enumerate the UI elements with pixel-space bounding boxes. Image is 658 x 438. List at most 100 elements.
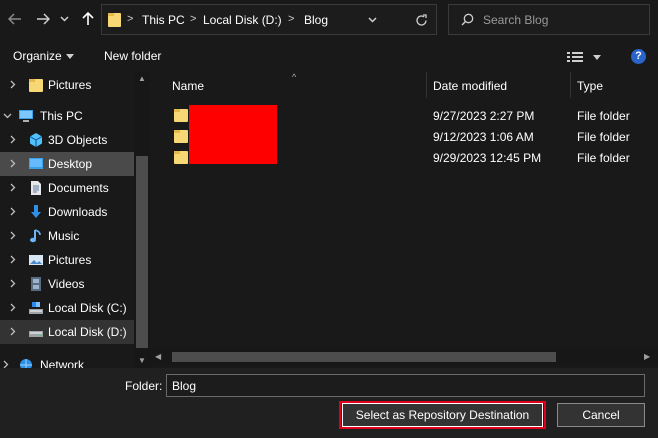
nav-item-pictures-quick[interactable]: Pictures (0, 73, 134, 97)
file-type: File folder (577, 109, 630, 123)
nav-item-label: Downloads (48, 205, 108, 219)
chevron-right-icon[interactable] (10, 207, 16, 216)
chevron-right-icon[interactable] (10, 303, 16, 312)
nav-item-label: Local Disk (C:) (48, 301, 127, 315)
breadcrumb-this-pc[interactable]: This PC (142, 13, 185, 27)
nav-item-downloads[interactable]: Downloads (0, 200, 134, 224)
select-as-repository-destination-button[interactable]: Select as Repository Destination (342, 403, 543, 427)
nav-item-label: 3D Objects (48, 133, 108, 147)
folder-icon (174, 109, 188, 122)
download-arrow-icon (31, 205, 41, 218)
nav-item-this-pc[interactable]: This PC (0, 104, 134, 128)
nav-item-music[interactable]: Music (0, 224, 134, 248)
column-header-type[interactable]: Type (577, 79, 603, 93)
view-options-icon[interactable] (567, 52, 583, 62)
scroll-left-arrow-icon[interactable]: ◀ (155, 352, 161, 361)
folder-icon (174, 130, 188, 143)
nav-item-local-disk-d[interactable]: Local Disk (D:) (0, 320, 134, 344)
nav-item-label: Local Disk (D:) (48, 325, 127, 339)
organize-button[interactable]: Organize (13, 49, 62, 63)
chevron-right-icon[interactable] (10, 279, 16, 288)
arrow-right-icon (37, 13, 50, 25)
folder-name-input[interactable] (166, 374, 645, 397)
folder-label: Folder: (125, 379, 163, 393)
breadcrumb-separator-icon: > (127, 13, 134, 25)
column-header-date-modified[interactable]: Date modified (433, 79, 507, 93)
address-bar[interactable]: > This PC > Local Disk (D:) > Blog (101, 4, 437, 35)
folder-icon (108, 13, 121, 27)
scroll-right-arrow-icon[interactable]: ▶ (644, 352, 650, 361)
scroll-down-arrow-icon[interactable]: ▼ (138, 356, 146, 365)
command-bar: Organize New folder (0, 40, 658, 72)
breadcrumb-separator-icon: > (288, 13, 295, 25)
computer-icon (19, 110, 33, 122)
column-header-name[interactable]: Name (172, 79, 204, 93)
nav-item-label: Pictures (48, 253, 92, 267)
folder-icon (29, 79, 43, 92)
breadcrumb-local-disk-d[interactable]: Local Disk (D:) (203, 13, 282, 27)
chevron-right-icon[interactable] (10, 183, 16, 192)
search-box[interactable] (448, 4, 650, 35)
nav-item-3d-objects[interactable]: 3D Objects (0, 128, 134, 152)
refresh-icon (415, 13, 427, 26)
chevron-down-icon[interactable] (3, 113, 12, 119)
search-input[interactable] (483, 10, 643, 30)
chevron-right-icon[interactable] (10, 231, 16, 240)
nav-item-label: Documents (48, 181, 109, 195)
breadcrumb-blog[interactable]: Blog (304, 13, 328, 27)
nav-item-label: This PC (40, 109, 83, 123)
column-divider[interactable] (426, 72, 427, 98)
chevron-right-icon[interactable] (10, 159, 16, 168)
address-history-dropdown[interactable] (364, 9, 380, 31)
file-list-scroll-thumb[interactable] (172, 352, 556, 362)
file-type: File folder (577, 151, 630, 165)
chevron-right-icon[interactable] (10, 327, 16, 336)
forward-button[interactable] (32, 8, 54, 30)
up-button[interactable] (77, 8, 99, 30)
nav-item-label: Pictures (48, 78, 92, 92)
chevron-down-icon (367, 17, 377, 23)
nav-item-network[interactable]: Network (0, 353, 134, 368)
back-button[interactable] (4, 8, 26, 30)
nav-item-label: Desktop (48, 157, 93, 171)
nav-pane-scroll-thumb[interactable] (136, 156, 148, 348)
sort-ascending-icon: ^ (292, 72, 297, 82)
scroll-up-arrow-icon[interactable]: ▲ (138, 74, 146, 83)
file-date-modified: 9/12/2023 1:06 AM (433, 130, 534, 144)
picture-icon (29, 255, 43, 265)
document-icon (31, 181, 41, 195)
file-list-horizontal-scrollbar[interactable]: ◀ ▶ (150, 349, 658, 365)
chevron-right-icon[interactable] (3, 360, 9, 368)
chevron-right-icon[interactable] (10, 255, 16, 264)
breadcrumb-separator-icon: > (190, 13, 197, 25)
nav-item-label: Network (40, 358, 85, 368)
file-type: File folder (577, 130, 630, 144)
nav-item-documents[interactable]: Documents (0, 176, 134, 200)
caret-down-icon[interactable] (66, 54, 74, 59)
column-divider[interactable] (570, 72, 571, 98)
folder-icon (174, 151, 188, 164)
file-date-modified: 9/29/2023 12:45 PM (433, 151, 542, 165)
desktop-icon (29, 158, 43, 169)
chevron-right-icon[interactable] (10, 135, 16, 144)
help-icon[interactable]: ? (631, 49, 646, 64)
nav-item-desktop[interactable]: Desktop (0, 152, 134, 176)
recent-locations-button[interactable] (56, 8, 72, 30)
chevron-right-icon[interactable] (10, 80, 16, 89)
nav-pane-scrollbar[interactable]: ▲ ▼ (134, 72, 150, 368)
nav-item-label: Videos (48, 277, 85, 291)
arrow-left-icon (8, 13, 21, 25)
nav-item-local-disk-c[interactable]: Local Disk (C:) (0, 296, 134, 320)
cancel-button[interactable]: Cancel (557, 403, 645, 427)
cube-icon (29, 133, 43, 147)
address-row: > This PC > Local Disk (D:) > Blog (0, 0, 658, 40)
nav-item-videos[interactable]: Videos (0, 272, 134, 296)
nav-item-pictures[interactable]: Pictures (0, 248, 134, 272)
refresh-button[interactable] (411, 10, 431, 30)
navigation-pane: Pictures This PC 3D Objects Desktop Docu… (0, 72, 150, 368)
chevron-down-icon (59, 16, 69, 22)
caret-down-icon[interactable] (593, 55, 601, 60)
new-folder-button[interactable]: New folder (104, 49, 161, 63)
arrow-up-icon (82, 12, 94, 25)
dialog-footer: Folder: Select as Repository Destination… (0, 368, 658, 438)
